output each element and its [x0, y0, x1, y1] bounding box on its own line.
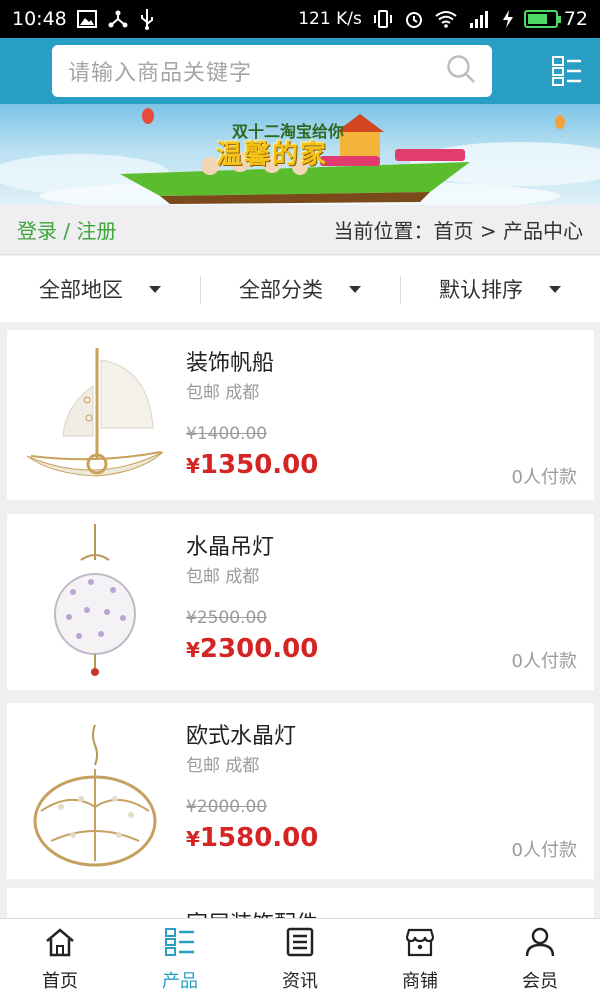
news-icon: [285, 927, 315, 961]
product-shipping: 包邮 成都: [186, 383, 260, 403]
product-price: ¥2300.00: [186, 634, 318, 664]
caret-down-icon: [149, 285, 161, 293]
sailboat-image: [21, 338, 169, 488]
filter-category[interactable]: 全部分类: [200, 274, 400, 304]
nav-products-label: 产品: [162, 970, 198, 992]
product-list: 装饰帆船 包邮 成都 ¥1400.00 ¥1350.00 0人付款 水晶吊灯 包…: [7, 330, 594, 893]
product-original-price: ¥1400.00: [186, 424, 268, 444]
breadcrumb: 当前位置：首页 > 产品中心: [333, 219, 583, 243]
currency-symbol: ¥: [186, 827, 200, 851]
battery-indicator: 72: [523, 8, 588, 30]
store-icon: [404, 927, 436, 961]
product-sales: 0人付款: [511, 467, 577, 488]
product-shipping: 包邮 成都: [186, 756, 260, 776]
usb-icon: [139, 8, 155, 30]
product-name: 装饰帆船: [186, 351, 275, 376]
nav-home[interactable]: 首页: [0, 919, 120, 1000]
product-price-value: 1350.00: [199, 450, 319, 480]
filter-sort[interactable]: 默认排序: [400, 274, 600, 304]
battery-level: 72: [563, 8, 588, 30]
search-icon[interactable]: [446, 54, 476, 88]
filter-bar: 全部地区 全部分类 默认排序: [0, 256, 600, 322]
clock: 10:48: [12, 8, 67, 30]
crystal-chandelier-image: [21, 522, 169, 676]
alarm-icon: [404, 9, 424, 29]
search-placeholder: 请输入商品关键字: [68, 61, 253, 86]
caret-down-icon: [549, 285, 561, 293]
home-icon: [44, 927, 76, 961]
product-card[interactable]: 装饰帆船 包邮 成都 ¥1400.00 ¥1350.00 0人付款: [7, 330, 594, 500]
charging-icon: [502, 9, 514, 29]
user-icon: [525, 927, 555, 961]
status-bar: 10:48 121 K/s 72: [0, 0, 600, 38]
product-price-value: 1580.00: [199, 823, 319, 853]
product-name: 水晶吊灯: [186, 535, 275, 560]
header: 请输入商品关键字: [0, 38, 600, 104]
battery-icon: [523, 10, 561, 28]
share-icon: [107, 9, 129, 29]
bottom-nav: 首页 产品 资讯 商铺 会员: [0, 918, 600, 1000]
currency-symbol: ¥: [186, 454, 200, 478]
filter-category-label: 全部分类: [239, 278, 323, 302]
login-register-link[interactable]: 登录 / 注册: [17, 215, 116, 244]
product-price: ¥1580.00: [186, 823, 318, 853]
product-price: ¥1350.00: [186, 450, 318, 480]
currency-symbol: ¥: [186, 638, 200, 662]
list-menu-icon[interactable]: [552, 56, 582, 86]
product-price-value: 2300.00: [199, 634, 319, 664]
product-card[interactable]: 欧式水晶灯 包邮 成都 ¥2000.00 ¥1580.00 0人付款: [7, 703, 594, 879]
product-sales: 0人付款: [511, 651, 577, 672]
nav-news[interactable]: 资讯: [240, 919, 360, 1000]
filter-sort-label: 默认排序: [439, 278, 523, 302]
nav-store[interactable]: 商铺: [360, 919, 480, 1000]
caret-down-icon: [349, 285, 361, 293]
nav-home-label: 首页: [42, 970, 78, 992]
nav-products[interactable]: 产品: [120, 919, 240, 1000]
network-speed: 121 K/s: [298, 9, 362, 29]
image-icon: [76, 10, 97, 28]
nav-news-label: 资讯: [282, 970, 318, 992]
product-original-price: ¥2500.00: [186, 608, 268, 628]
product-card[interactable]: 水晶吊灯 包邮 成都 ¥2500.00 ¥2300.00 0人付款: [7, 514, 594, 690]
european-chandelier-image: [21, 711, 169, 867]
signal-icon: [468, 9, 492, 29]
search-input[interactable]: 请输入商品关键字: [52, 45, 492, 97]
filter-region-label: 全部地区: [39, 278, 123, 302]
grid-list-icon: [164, 927, 196, 961]
product-name: 欧式水晶灯: [186, 724, 297, 749]
vibrate-icon: [372, 9, 394, 29]
nav-member-label: 会员: [522, 970, 558, 992]
filter-region[interactable]: 全部地区: [0, 274, 200, 304]
wifi-icon: [434, 10, 458, 28]
promo-banner[interactable]: 双十二淘宝给你 温馨的家: [0, 104, 600, 205]
nav-store-label: 商铺: [402, 970, 438, 992]
breadcrumb-bar: 登录 / 注册 当前位置：首页 > 产品中心: [0, 205, 600, 255]
product-sales: 0人付款: [511, 840, 577, 861]
product-shipping: 包邮 成都: [186, 567, 260, 587]
nav-member[interactable]: 会员: [480, 919, 600, 1000]
product-original-price: ¥2000.00: [186, 797, 268, 817]
banner-title: 温馨的家: [216, 140, 329, 170]
